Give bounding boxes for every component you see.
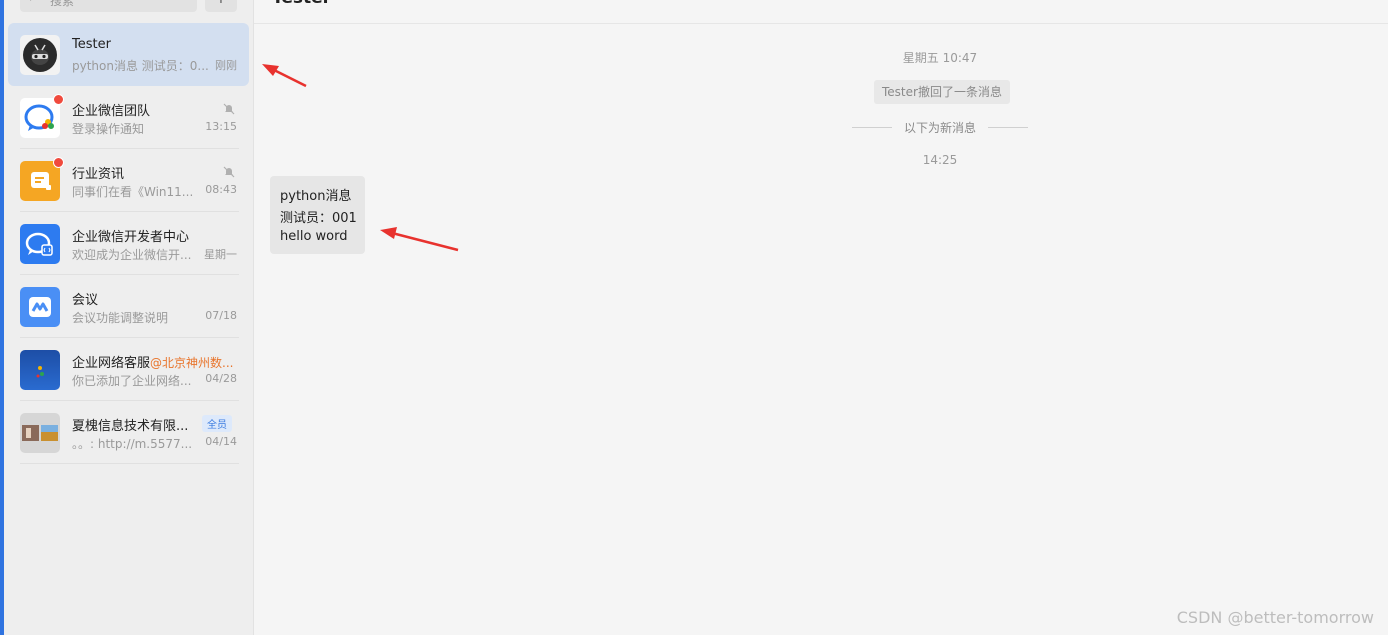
conversation-item-industry-news[interactable]: 行业资讯 同事们在看《Win11... 08:43	[8, 149, 249, 212]
unread-dot	[53, 157, 64, 168]
conversation-time: 07/18	[205, 309, 237, 322]
all-members-badge: 全员	[202, 415, 232, 432]
conversation-preview: python消息 测试员：0...	[72, 59, 209, 73]
avatar	[20, 35, 60, 75]
conversation-time: 星期一	[204, 248, 237, 261]
avatar	[20, 350, 60, 390]
conversation-time: 04/28	[205, 372, 237, 385]
annotation-arrow-2	[380, 227, 459, 252]
conversation-time: 08:43	[205, 183, 237, 196]
conversation-name: 企业网络客服@北京神州数...	[72, 352, 233, 371]
mention-org: @北京神州数...	[150, 356, 234, 370]
message-line: 测试员：001	[280, 211, 357, 226]
search-placeholder: 搜索	[50, 0, 75, 8]
message-time: 14:25	[922, 153, 958, 167]
conversation-item-wework-team[interactable]: 企业微信团队 登录操作通知 13:15	[8, 86, 249, 149]
watermark: CSDN @better-tomorrow	[1176, 608, 1374, 627]
search-row: ⌕ 搜索 +	[4, 0, 253, 12]
conversation-name: 会议	[72, 293, 99, 308]
new-messages-label: 以下为新消息	[904, 121, 977, 135]
conversation-time: 13:15	[205, 120, 237, 133]
meeting-icon	[20, 287, 60, 327]
unread-dot	[53, 94, 64, 105]
conversation-name: 企业微信团队	[72, 104, 151, 119]
news-icon	[20, 161, 60, 201]
conversation-name: 企业微信开发者中心	[72, 230, 190, 245]
conversation-time: 04/14	[205, 435, 237, 448]
conversation-preview: 欢迎成为企业微信开...	[72, 248, 192, 262]
conversation-item-meeting[interactable]: 会议 会议功能调整说明 07/18	[8, 275, 249, 338]
conversation-preview: 登录操作通知	[72, 122, 145, 136]
conversation-name: 行业资讯	[72, 167, 125, 182]
new-messages-divider: 以下为新消息	[852, 119, 1028, 135]
conversation-name: 夏槐信息技术有限...	[72, 419, 189, 434]
message-line: hello word	[280, 229, 348, 244]
conversation-name: Tester	[72, 37, 111, 52]
conversation-item-developer-center[interactable]: 企业微信开发者中心 欢迎成为企业微信开... 星期一	[8, 212, 249, 275]
developer-chat-icon	[20, 224, 60, 264]
conversation-preview: 会议功能调整说明	[72, 311, 169, 325]
day-time-label: 星期五 10:47	[902, 51, 978, 65]
chat-header: Tester	[254, 0, 1388, 24]
mute-bell-icon	[223, 100, 235, 115]
group-avatar	[20, 413, 60, 453]
conversation-item-tester[interactable]: Tester python消息 测试员：0... 刚刚	[8, 23, 249, 86]
conversation-item-xiahuai[interactable]: 夏槐信息技术有限... 全员 。。: http://m.5577... 04/1…	[8, 401, 249, 464]
conversation-name-text: 企业网络客服	[72, 356, 151, 371]
conversation-preview: 你已添加了企业网络...	[72, 374, 192, 388]
wework-logo-icon	[20, 98, 60, 138]
add-button[interactable]: +	[205, 0, 237, 12]
search-input[interactable]: ⌕ 搜索	[20, 0, 197, 12]
mute-bell-icon	[223, 163, 235, 178]
search-icon: ⌕	[30, 0, 37, 5]
chat-title: Tester	[272, 0, 331, 8]
conversation-preview: 同事们在看《Win11...	[72, 185, 194, 199]
annotation-arrow-1	[262, 64, 307, 88]
conversation-item-network-support[interactable]: 企业网络客服@北京神州数... 你已添加了企业网络... 04/28	[8, 338, 249, 401]
conversation-time: 刚刚	[215, 59, 237, 72]
conversation-preview: 。。: http://m.5577...	[72, 437, 193, 451]
recall-notice: Tester撤回了一条消息	[874, 80, 1010, 104]
conversation-sidebar: ⌕ 搜索 + Tester python消息 测试员：0... 刚刚	[4, 0, 254, 635]
message-line: python消息	[280, 189, 352, 204]
message-bubble[interactable]: python消息 测试员：001 hello word	[270, 176, 365, 254]
